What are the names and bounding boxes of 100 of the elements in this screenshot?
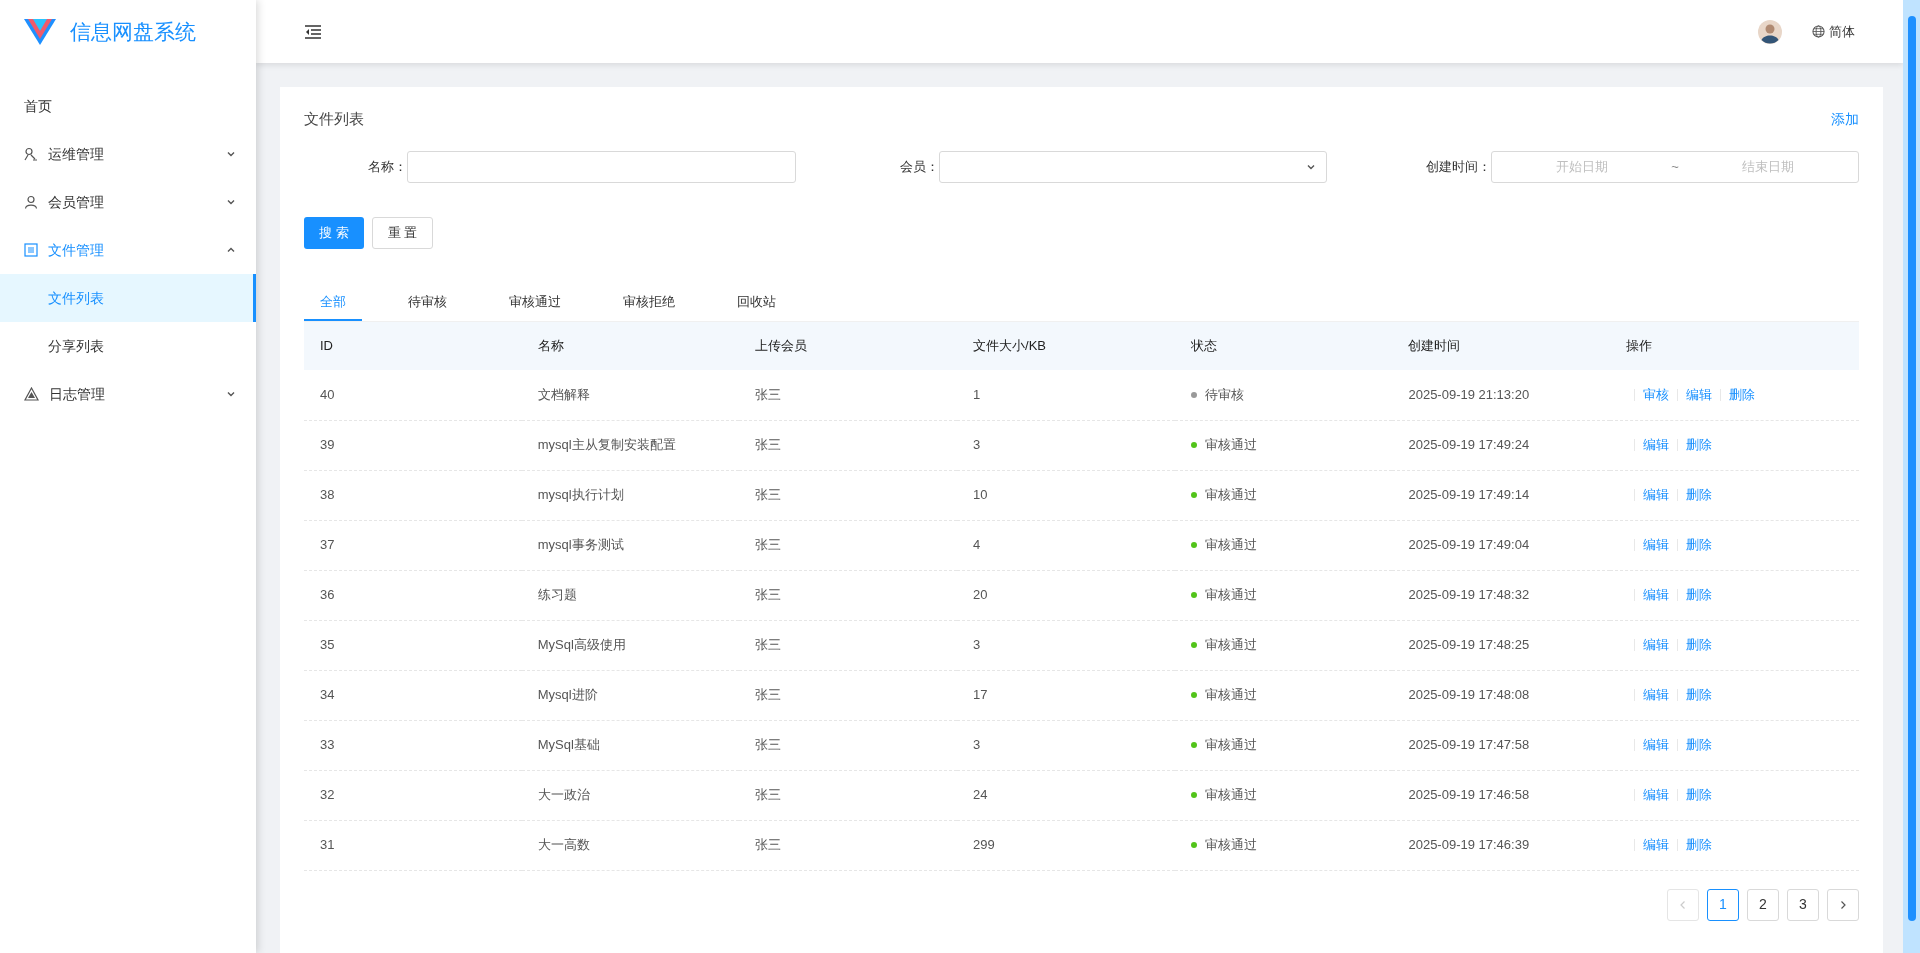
action-link[interactable]: 删除 <box>1686 785 1713 805</box>
table-cell: mysql执行计划 <box>521 470 740 520</box>
action-link[interactable]: 删除 <box>1686 535 1713 555</box>
action-link[interactable]: 编辑 <box>1643 685 1670 705</box>
tab[interactable]: 待审核 <box>392 285 463 321</box>
action-link[interactable]: 编辑 <box>1643 585 1670 605</box>
scrollbar[interactable] <box>1903 0 1920 953</box>
table-cell: 2025-09-19 17:49:04 <box>1392 520 1611 570</box>
table-cell: 张三 <box>739 370 958 420</box>
reset-button[interactable]: 重 置 <box>371 217 434 249</box>
table-cell: 张三 <box>739 570 958 620</box>
action-link[interactable]: 删除 <box>1729 385 1756 405</box>
menu-item[interactable]: 文件管理 <box>0 226 256 274</box>
language-menu[interactable]: 简体 <box>1812 21 1855 42</box>
triangle-icon <box>24 387 39 401</box>
action-link[interactable]: 删除 <box>1686 585 1713 605</box>
action-link[interactable]: 审核 <box>1643 385 1670 405</box>
table-cell: 36 <box>304 570 522 620</box>
status-text: 待审核 <box>1204 386 1244 404</box>
action-link[interactable]: 删除 <box>1686 485 1713 505</box>
table-cell: 32 <box>304 770 522 820</box>
table-cell: 张三 <box>739 820 958 870</box>
table-cell: MySql高级使用 <box>521 620 740 670</box>
table-cell: 2025-09-19 17:47:58 <box>1392 720 1611 770</box>
table-cell: 大一政治 <box>521 770 740 820</box>
action-link[interactable]: 删除 <box>1686 685 1713 705</box>
table-cell: 24 <box>957 770 1175 820</box>
table-cell: 张三 <box>739 770 958 820</box>
menu-item[interactable]: 首页 <box>0 82 256 130</box>
search-button[interactable]: 搜 索 <box>304 217 364 249</box>
table-cell: 2025-09-19 17:48:08 <box>1392 670 1611 720</box>
menu-item[interactable]: 日志管理 <box>0 370 256 418</box>
table-cell: 大一高数 <box>521 820 740 870</box>
next-page-button[interactable] <box>1827 888 1859 921</box>
chevron-up-icon <box>226 245 236 255</box>
action-link[interactable]: 编辑 <box>1643 485 1670 505</box>
table-cell: 练习题 <box>521 570 740 620</box>
action-link[interactable]: 编辑 <box>1643 635 1670 655</box>
action-link[interactable]: 编辑 <box>1643 535 1670 555</box>
action-link[interactable]: 编辑 <box>1643 735 1670 755</box>
table-cell: 38 <box>304 470 522 520</box>
action-link[interactable]: 删除 <box>1686 435 1713 455</box>
logo-icon <box>24 18 56 46</box>
table-cell: 40 <box>304 370 522 420</box>
name-input[interactable] <box>407 151 796 183</box>
table-cell: MySql基础 <box>521 720 740 770</box>
page-button[interactable]: 1 <box>1707 888 1739 921</box>
table-cell: 张三 <box>739 420 958 470</box>
action-link[interactable]: 编辑 <box>1686 385 1713 405</box>
status-text: 审核通过 <box>1204 786 1257 805</box>
chevron-down-icon <box>226 197 236 207</box>
table-cell: 17 <box>957 670 1175 720</box>
tab[interactable]: 审核拒绝 <box>607 285 691 321</box>
table-cell: 2025-09-19 17:46:39 <box>1392 820 1611 870</box>
action-link[interactable]: 删除 <box>1686 735 1713 755</box>
table-cell: 4 <box>957 520 1175 570</box>
chevron-right-icon <box>1838 899 1848 910</box>
column-header: ID <box>304 322 522 370</box>
action-link[interactable]: 删除 <box>1686 635 1713 655</box>
column-header: 名称 <box>521 322 740 370</box>
menu-item[interactable]: 会员管理 <box>0 178 256 226</box>
tab[interactable]: 审核通过 <box>493 285 577 321</box>
table-cell: 张三 <box>739 470 958 520</box>
submenu-item[interactable]: 分享列表 <box>0 322 256 370</box>
action-link[interactable]: 编辑 <box>1643 435 1670 455</box>
menu-fold-icon[interactable] <box>304 23 322 40</box>
table-cell: 34 <box>304 670 522 720</box>
filter-label: 名称： <box>367 158 407 177</box>
menu-item[interactable]: 运维管理 <box>0 130 256 178</box>
status-text: 审核通过 <box>1204 586 1257 605</box>
avatar[interactable] <box>1758 19 1782 44</box>
status-text: 审核通过 <box>1204 536 1257 555</box>
globe-icon <box>1812 25 1825 38</box>
date-range-field[interactable]: 开始日期 ~ 结束日期 <box>1491 151 1859 183</box>
table-cell: 2025-09-19 17:49:24 <box>1392 420 1611 470</box>
add-link[interactable]: 添加 <box>1831 108 1859 130</box>
column-header: 创建时间 <box>1392 322 1611 370</box>
page-button[interactable]: 2 <box>1747 888 1779 921</box>
table-cell: 2025-09-19 17:48:32 <box>1392 570 1611 620</box>
chevron-left-icon <box>1678 899 1688 910</box>
table-cell: Mysql进阶 <box>521 670 740 720</box>
table-cell: 10 <box>957 470 1175 520</box>
status-text: 审核通过 <box>1204 736 1257 755</box>
status-text: 审核通过 <box>1204 686 1257 705</box>
table-cell: 张三 <box>739 620 958 670</box>
tab[interactable]: 回收站 <box>721 285 792 321</box>
chevron-down-icon <box>226 389 236 399</box>
column-header: 操作 <box>1610 322 1859 370</box>
action-link[interactable]: 删除 <box>1686 835 1713 855</box>
person-search-icon <box>24 147 38 161</box>
page-button[interactable]: 3 <box>1787 888 1819 921</box>
table-cell: 37 <box>304 520 522 570</box>
submenu-item[interactable]: 文件列表 <box>0 274 256 322</box>
column-header: 文件大小/KB <box>957 322 1175 370</box>
table-cell: 31 <box>304 820 522 870</box>
table-cell: 3 <box>957 620 1175 670</box>
action-link[interactable]: 编辑 <box>1643 835 1670 855</box>
member-select[interactable] <box>938 151 1328 183</box>
filter-label: 创建时间： <box>1425 158 1492 177</box>
action-link[interactable]: 编辑 <box>1643 785 1670 805</box>
